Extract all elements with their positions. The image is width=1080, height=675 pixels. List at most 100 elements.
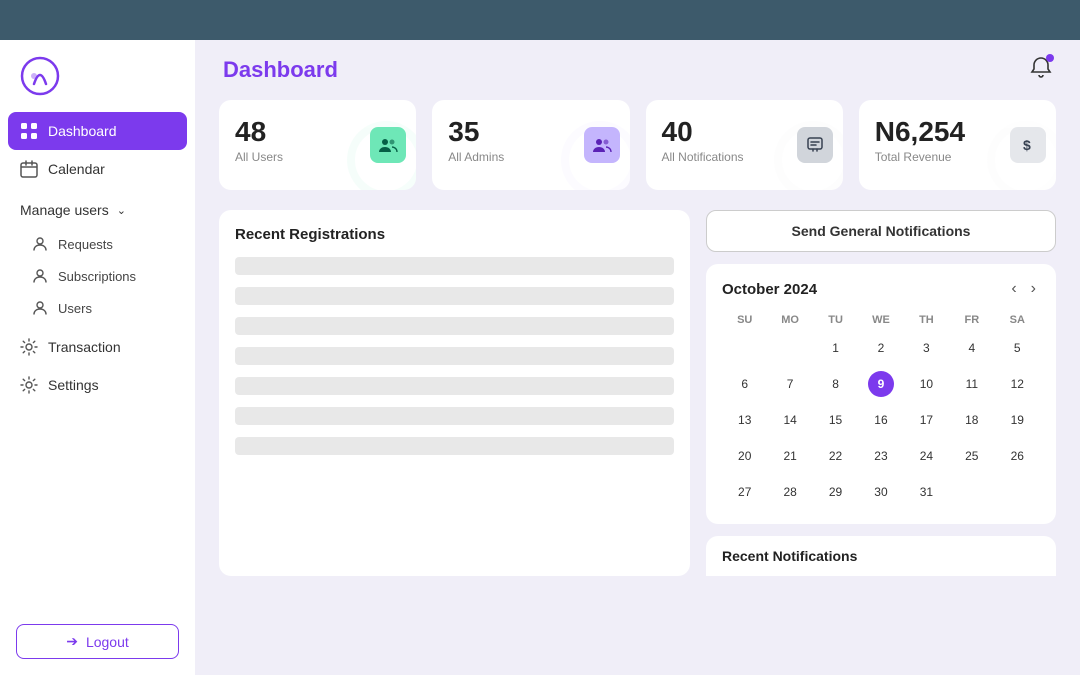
calendar-day-cell[interactable]: 11 [949, 366, 994, 402]
send-notifications-button[interactable]: Send General Notifications [706, 210, 1056, 252]
calendar-next-button[interactable]: › [1027, 278, 1040, 300]
calendar-day-cell[interactable]: 30 [858, 474, 903, 510]
calendar-day-cell[interactable]: 3 [904, 330, 949, 366]
card-decoration [346, 120, 416, 190]
manage-users-section: Manage users ⌄ Requests [0, 188, 195, 328]
stat-card-revenue: N6,254 Total Revenue $ [859, 100, 1056, 190]
calendar-day-cell[interactable]: 27 [722, 474, 767, 510]
calendar-day-cell[interactable]: 23 [858, 438, 903, 474]
settings-icon [20, 376, 38, 394]
calendar-day-cell[interactable]: 25 [949, 438, 994, 474]
sidebar: Dashboard Calendar Manage users [0, 40, 195, 675]
calendar-day-cell [995, 474, 1040, 510]
recent-notifications-card: Recent Notifications [706, 536, 1056, 576]
notification-badge [1046, 54, 1054, 62]
calendar-day-cell[interactable]: 12 [995, 366, 1040, 402]
registrations-card: Recent Registrations [219, 210, 690, 576]
logout-icon: ➔ [66, 633, 78, 650]
day-tu: TU [813, 310, 858, 330]
calendar-day-cell[interactable]: 24 [904, 438, 949, 474]
skeleton-row-2 [235, 287, 674, 305]
calendar-week-row: 12345 [722, 330, 1040, 366]
sidebar-item-requests[interactable]: Requests [0, 228, 195, 260]
calendar-week-row: 2728293031 [722, 474, 1040, 510]
manage-users-label: Manage users [20, 202, 109, 218]
sidebar-item-subscriptions[interactable]: Subscriptions [0, 260, 195, 292]
day-we: WE [858, 310, 903, 330]
calendar-week-row: 20212223242526 [722, 438, 1040, 474]
logout-label: Logout [86, 634, 129, 650]
main-content: Dashboard 48 All Users [195, 40, 1080, 675]
sidebar-item-settings[interactable]: Settings [0, 366, 195, 404]
calendar-icon [20, 160, 38, 178]
calendar-day-cell[interactable]: 14 [767, 402, 812, 438]
calendar-day-cell[interactable]: 10 [904, 366, 949, 402]
requests-label: Requests [58, 237, 113, 252]
logout-button[interactable]: ➔ Logout [16, 624, 179, 659]
calendar-day-cell[interactable]: 26 [995, 438, 1040, 474]
calendar-prev-button[interactable]: ‹ [1007, 278, 1020, 300]
skeleton-row-6 [235, 407, 674, 425]
transaction-label: Transaction [48, 339, 121, 355]
app-logo [20, 56, 60, 96]
calendar-day-cell[interactable]: 1 [813, 330, 858, 366]
user-icon-2 [32, 268, 48, 284]
calendar-card: October 2024 ‹ › SU MO TU [706, 264, 1056, 524]
calendar-day-cell[interactable]: 28 [767, 474, 812, 510]
calendar-day-cell[interactable]: 9 [858, 366, 903, 402]
sidebar-navigation: Dashboard Calendar Manage users [0, 112, 195, 608]
calendar-week-row: 6789101112 [722, 366, 1040, 402]
calendar-day-cell[interactable]: 17 [904, 402, 949, 438]
skeleton-row-3 [235, 317, 674, 335]
calendar-day-cell[interactable]: 19 [995, 402, 1040, 438]
skeleton-row-1 [235, 257, 674, 275]
stat-card-users: 48 All Users [219, 100, 416, 190]
calendar-day-cell[interactable]: 21 [767, 438, 812, 474]
calendar-day-cell[interactable]: 2 [858, 330, 903, 366]
sidebar-item-calendar[interactable]: Calendar [0, 150, 195, 188]
card-decoration-4 [986, 120, 1056, 190]
sidebar-item-dashboard[interactable]: Dashboard [8, 112, 187, 150]
calendar-day-cell[interactable]: 6 [722, 366, 767, 402]
gear-icon [20, 338, 38, 356]
recent-notifications-title: Recent Notifications [722, 548, 1040, 564]
sidebar-calendar-label: Calendar [48, 161, 105, 177]
calendar-day-cell[interactable]: 29 [813, 474, 858, 510]
stats-row: 48 All Users [219, 100, 1056, 190]
registrations-title: Recent Registrations [235, 226, 674, 243]
top-bar [0, 0, 1080, 40]
calendar-day-cell[interactable]: 5 [995, 330, 1040, 366]
calendar-nav: ‹ › [1007, 278, 1040, 300]
calendar-grid: SU MO TU WE TH FR SA 1234567891 [722, 310, 1040, 510]
skeleton-row-7 [235, 437, 674, 455]
calendar-day-cell[interactable]: 4 [949, 330, 994, 366]
calendar-day-cell[interactable]: 22 [813, 438, 858, 474]
calendar-day-cell[interactable]: 20 [722, 438, 767, 474]
manage-users-header[interactable]: Manage users ⌄ [0, 192, 195, 228]
stat-card-admins: 35 All Admins [432, 100, 629, 190]
calendar-day-cell [767, 330, 812, 366]
users-label: Users [58, 301, 92, 316]
settings-label: Settings [48, 377, 99, 393]
user-icon [32, 236, 48, 252]
calendar-day-cell[interactable]: 18 [949, 402, 994, 438]
sidebar-item-users[interactable]: Users [0, 292, 195, 324]
notifications-button[interactable] [1030, 56, 1052, 84]
calendar-day-cell [722, 330, 767, 366]
calendar-body: 1234567891011121314151617181920212223242… [722, 330, 1040, 510]
calendar-day-cell[interactable]: 8 [813, 366, 858, 402]
logo-area [0, 40, 195, 112]
calendar-day-cell[interactable]: 31 [904, 474, 949, 510]
calendar-month: October 2024 [722, 281, 817, 298]
chevron-down-icon: ⌄ [117, 204, 126, 217]
card-decoration-2 [560, 120, 630, 190]
calendar-day-cell[interactable]: 7 [767, 366, 812, 402]
card-decoration-3 [773, 120, 843, 190]
calendar-day-cell[interactable]: 15 [813, 402, 858, 438]
calendar-day-cell [949, 474, 994, 510]
day-fr: FR [949, 310, 994, 330]
sidebar-item-transaction[interactable]: Transaction [0, 328, 195, 366]
calendar-day-cell[interactable]: 16 [858, 402, 903, 438]
calendar-day-cell[interactable]: 13 [722, 402, 767, 438]
stat-card-notifications: 40 All Notifications [646, 100, 843, 190]
